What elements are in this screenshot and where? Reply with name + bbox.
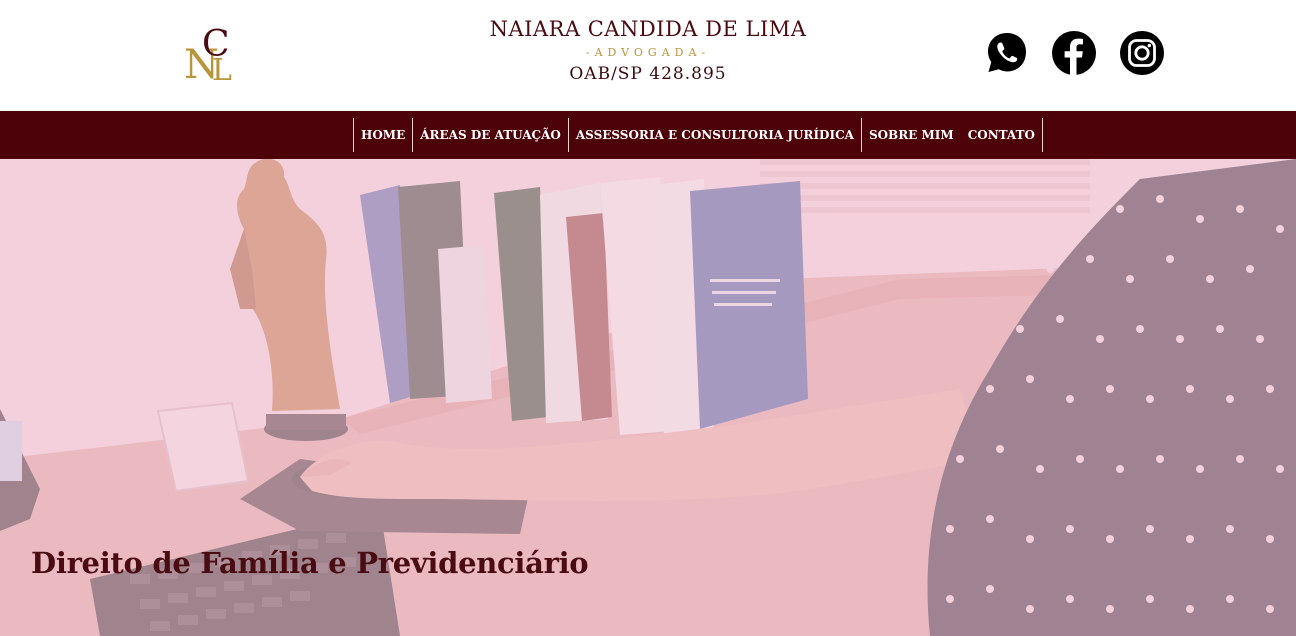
- whatsapp-icon[interactable]: [984, 30, 1030, 76]
- site-header: N C L NAIARA CANDIDA DE LIMA -ADVOGADA- …: [0, 0, 1296, 111]
- ncl-monogram-logo[interactable]: N C L: [178, 22, 244, 88]
- nav-item-areas[interactable]: ÁREAS DE ATUAÇÃO: [413, 118, 569, 152]
- brand-block: NAIARA CANDIDA DE LIMA -ADVOGADA- OAB/SP…: [448, 14, 848, 86]
- lawyer-role: -ADVOGADA-: [585, 46, 711, 59]
- nav-item-home[interactable]: HOME: [354, 118, 414, 152]
- nav-item-contato[interactable]: CONTATO: [961, 118, 1042, 152]
- main-navigation: HOME ÁREAS DE ATUAÇÃO ASSESSORIA E CONSU…: [0, 111, 1296, 159]
- nav-menu: HOME ÁREAS DE ATUAÇÃO ASSESSORIA E CONSU…: [353, 118, 1043, 152]
- nav-item-sobre[interactable]: SOBRE MIM: [862, 118, 961, 152]
- hero-banner: Direito de Família e Previdenciário: [0, 159, 1296, 636]
- oab-registration: OAB/SP 428.895: [569, 64, 727, 84]
- lawyer-name: NAIARA CANDIDA DE LIMA: [489, 17, 807, 41]
- facebook-icon[interactable]: [1051, 30, 1097, 76]
- nav-item-assessoria[interactable]: ASSESSORIA E CONSULTORIA JURÍDICA: [569, 118, 862, 152]
- instagram-icon[interactable]: [1119, 30, 1165, 76]
- svg-text:L: L: [212, 53, 232, 86]
- social-links: [984, 30, 1174, 76]
- hero-title: Direito de Família e Previdenciário: [31, 546, 589, 580]
